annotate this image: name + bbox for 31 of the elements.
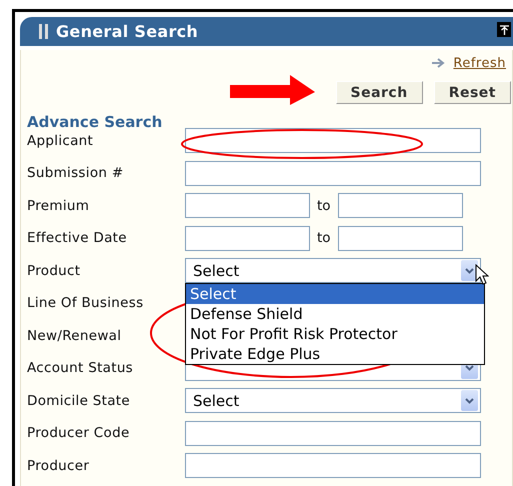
field-label: Producer Code	[27, 425, 130, 441]
arrow-right-icon	[432, 58, 446, 68]
select-field[interactable]: Select	[185, 388, 481, 413]
range-separator: to	[317, 198, 331, 214]
input-field[interactable]	[338, 193, 463, 218]
field-label: Account Status	[27, 360, 134, 376]
input-field[interactable]	[185, 226, 310, 250]
input-field[interactable]	[185, 453, 481, 478]
field-label: Applicant	[27, 132, 94, 148]
input-field[interactable]	[185, 160, 481, 186]
input-field[interactable]	[185, 128, 481, 153]
field-label: Effective Date	[27, 230, 127, 246]
panel-title: General Search	[56, 22, 198, 41]
range-separator: to	[317, 230, 331, 246]
field-label: Domicile State	[27, 392, 130, 408]
select-field[interactable]: Select	[185, 258, 481, 283]
refresh-link[interactable]: Refresh	[453, 56, 506, 70]
input-field[interactable]	[338, 226, 463, 250]
section-title: Advance Search	[27, 113, 162, 133]
field-label: Premium	[27, 198, 90, 214]
grip-icon[interactable]	[39, 24, 48, 39]
field-label: Line Of Business	[27, 295, 144, 311]
input-field[interactable]	[185, 193, 310, 218]
field-label: Product	[27, 262, 80, 278]
input-field[interactable]	[185, 420, 481, 446]
pin-icon[interactable]	[497, 22, 511, 37]
reset-button[interactable]: Reset	[434, 81, 511, 104]
field-label: New/Renewal	[27, 328, 122, 344]
field-label: Submission #	[27, 165, 124, 181]
field-label: Producer	[27, 458, 90, 474]
search-button[interactable]: Search	[336, 81, 423, 104]
